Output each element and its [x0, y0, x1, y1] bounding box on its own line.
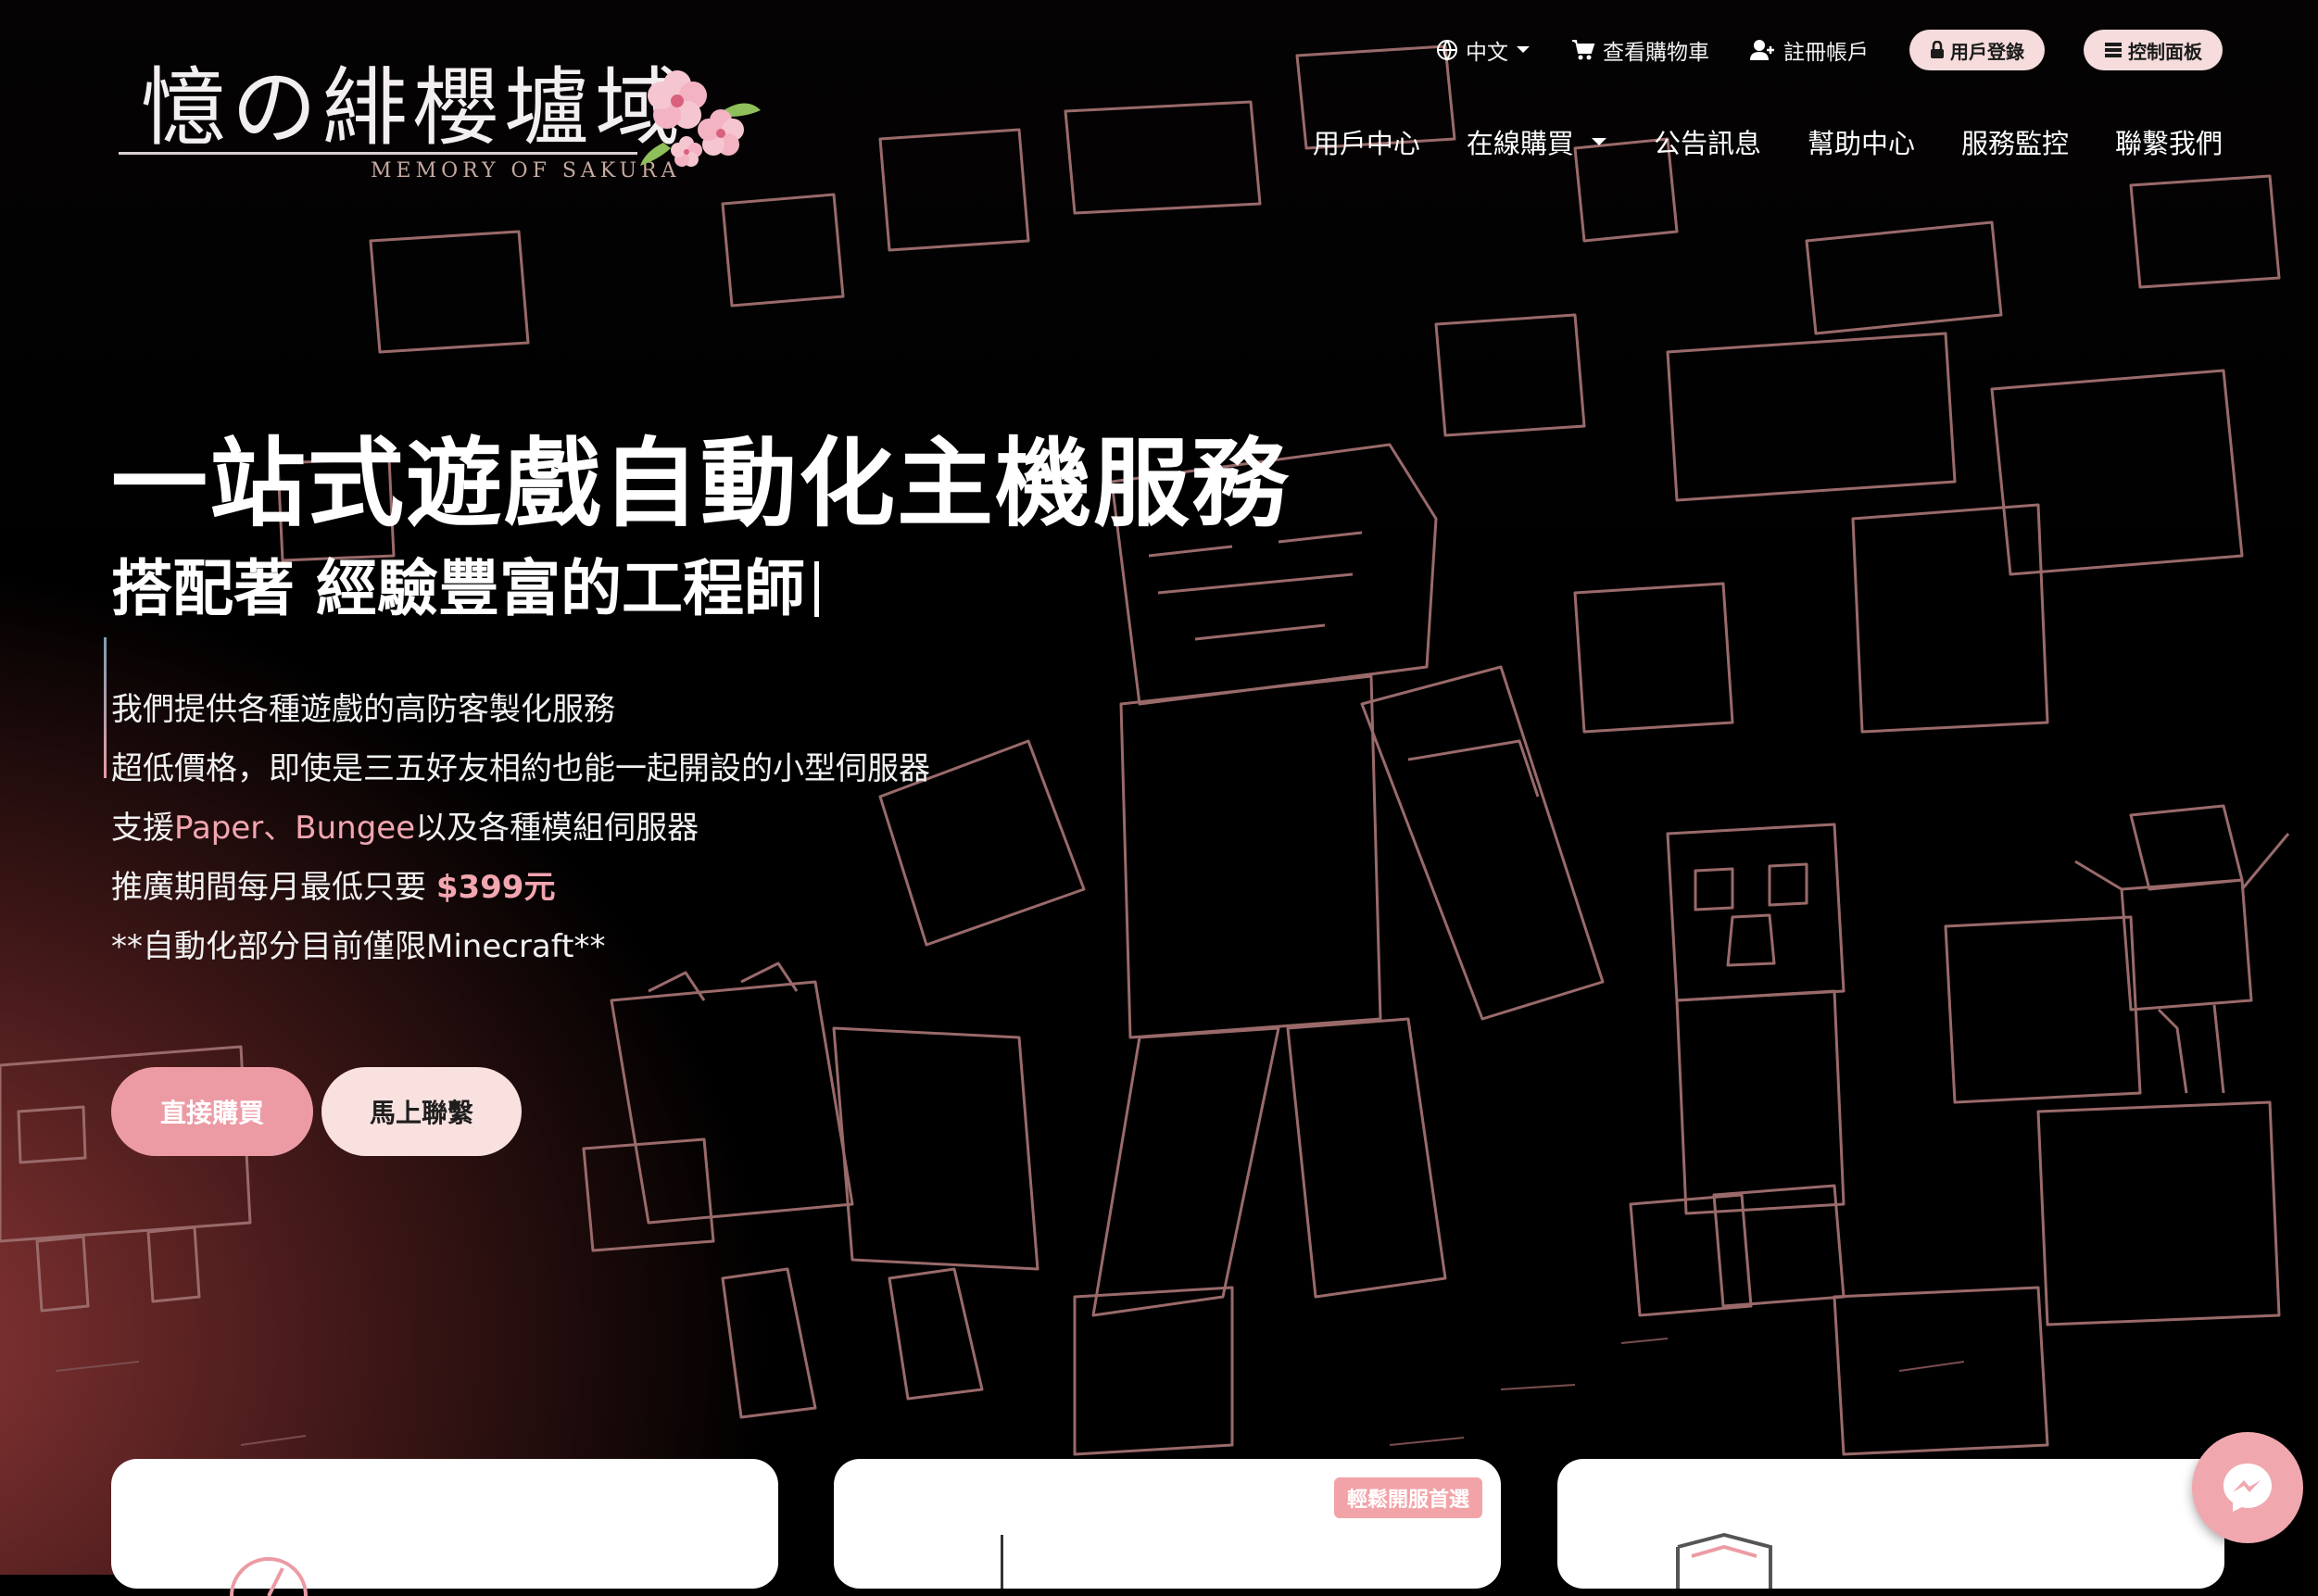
desc-line-4: 推廣期間每月最低只要 $399元 [111, 858, 930, 917]
dashboard-button[interactable]: 控制面板 [2084, 30, 2223, 70]
desc-line-4-pre: 推廣期間每月最低只要 [111, 869, 436, 906]
view-cart-link[interactable]: 查看購物車 [1571, 34, 1709, 66]
hero-subtitle-line: 搭配著 經驗豐富的工程師 [111, 550, 819, 628]
messenger-icon [2224, 1464, 2272, 1512]
typing-caret [813, 561, 819, 617]
messenger-chat-button[interactable] [2192, 1432, 2303, 1543]
desc-line-3-post: 以及各種模組伺服器 [415, 810, 699, 847]
accent-bar [104, 637, 107, 778]
user-plus-icon [1750, 40, 1774, 60]
logo-text: 憶の緋櫻壚域 [141, 58, 687, 157]
sakura-flower-icon [640, 70, 761, 167]
logo-underline [119, 152, 637, 155]
caret-down-icon [1517, 46, 1530, 53]
nav-help-center[interactable]: 幫助中心 [1808, 122, 1915, 161]
desc-line-3-highlight: Paper、Bungee [174, 810, 416, 847]
main-navigation: 用戶中心 在線購買 公告訊息 幫助中心 服務監控 聯繫我們 [1313, 122, 2223, 161]
language-selector[interactable]: 中文 [1436, 34, 1531, 66]
desc-line-2: 超低價格，即使是三五好友相約也能一起開設的小型伺服器 [111, 750, 930, 787]
contact-now-button[interactable]: 馬上聯繫 [321, 1067, 522, 1156]
dashboard-label: 控制面板 [2128, 40, 2202, 63]
card-icon-stroke [1001, 1535, 1003, 1589]
desc-line-1: 我們提供各種遊戲的高防客製化服務 [111, 691, 615, 728]
buy-now-button[interactable]: 直接購買 [111, 1067, 313, 1156]
desc-line-3: 支援Paper、Bungee以及各種模組伺服器 [111, 798, 930, 858]
nav-contact-us[interactable]: 聯繫我們 [2115, 122, 2223, 161]
login-label: 用戶登錄 [1950, 40, 2024, 63]
shield-icon [1676, 1533, 1772, 1589]
hero-description: 我們提供各種遊戲的高防客製化服務 超低價格，即使是三五好友相約也能一起開設的小型… [111, 680, 930, 976]
desc-line-5: **自動化部分目前僅限Minecraft** [111, 928, 606, 965]
register-link[interactable]: 註冊帳戶 [1750, 34, 1869, 66]
globe-icon [1437, 40, 1457, 61]
top-utility-bar: 中文 查看購物車 註冊帳戶 用戶登錄 控制面板 [1436, 30, 2223, 70]
nav-user-center[interactable]: 用戶中心 [1313, 122, 1420, 161]
caret-down-icon [1591, 138, 1606, 145]
lock-icon [1931, 41, 1944, 58]
nav-online-purchase[interactable]: 在線購買 [1467, 122, 1607, 161]
login-button[interactable]: 用戶登錄 [1909, 30, 2045, 70]
promo-price: $399元 [435, 869, 556, 906]
feature-card-1[interactable] [111, 1459, 778, 1596]
server-icon [2105, 43, 2122, 57]
language-label: 中文 [1466, 41, 1508, 65]
feature-card-3[interactable] [1557, 1459, 2224, 1589]
feature-card-2[interactable]: 輕鬆開服首選 [834, 1459, 1501, 1589]
logo-subtitle: MEMORY OF SAKURA [371, 159, 681, 182]
view-cart-label: 查看購物車 [1603, 41, 1709, 65]
register-label: 註冊帳戶 [1783, 41, 1869, 65]
nav-online-purchase-label: 在線購買 [1466, 128, 1574, 159]
desc-line-3-pre: 支援 [111, 810, 174, 847]
site-logo[interactable]: 憶の緋櫻壚域 MEMORY OF SAKURA [119, 57, 761, 182]
hero-subtitle: 搭配著 經驗豐富的工程師 [111, 553, 805, 624]
speed-gauge-icon [230, 1557, 308, 1596]
nav-announcements[interactable]: 公告訊息 [1654, 122, 1761, 161]
nav-service-monitor[interactable]: 服務監控 [1961, 122, 2069, 161]
shopping-cart-icon [1572, 40, 1595, 60]
easy-start-badge: 輕鬆開服首選 [1333, 1477, 1482, 1518]
hero-title: 一站式遊戲自動化主機服務 [111, 427, 1291, 540]
